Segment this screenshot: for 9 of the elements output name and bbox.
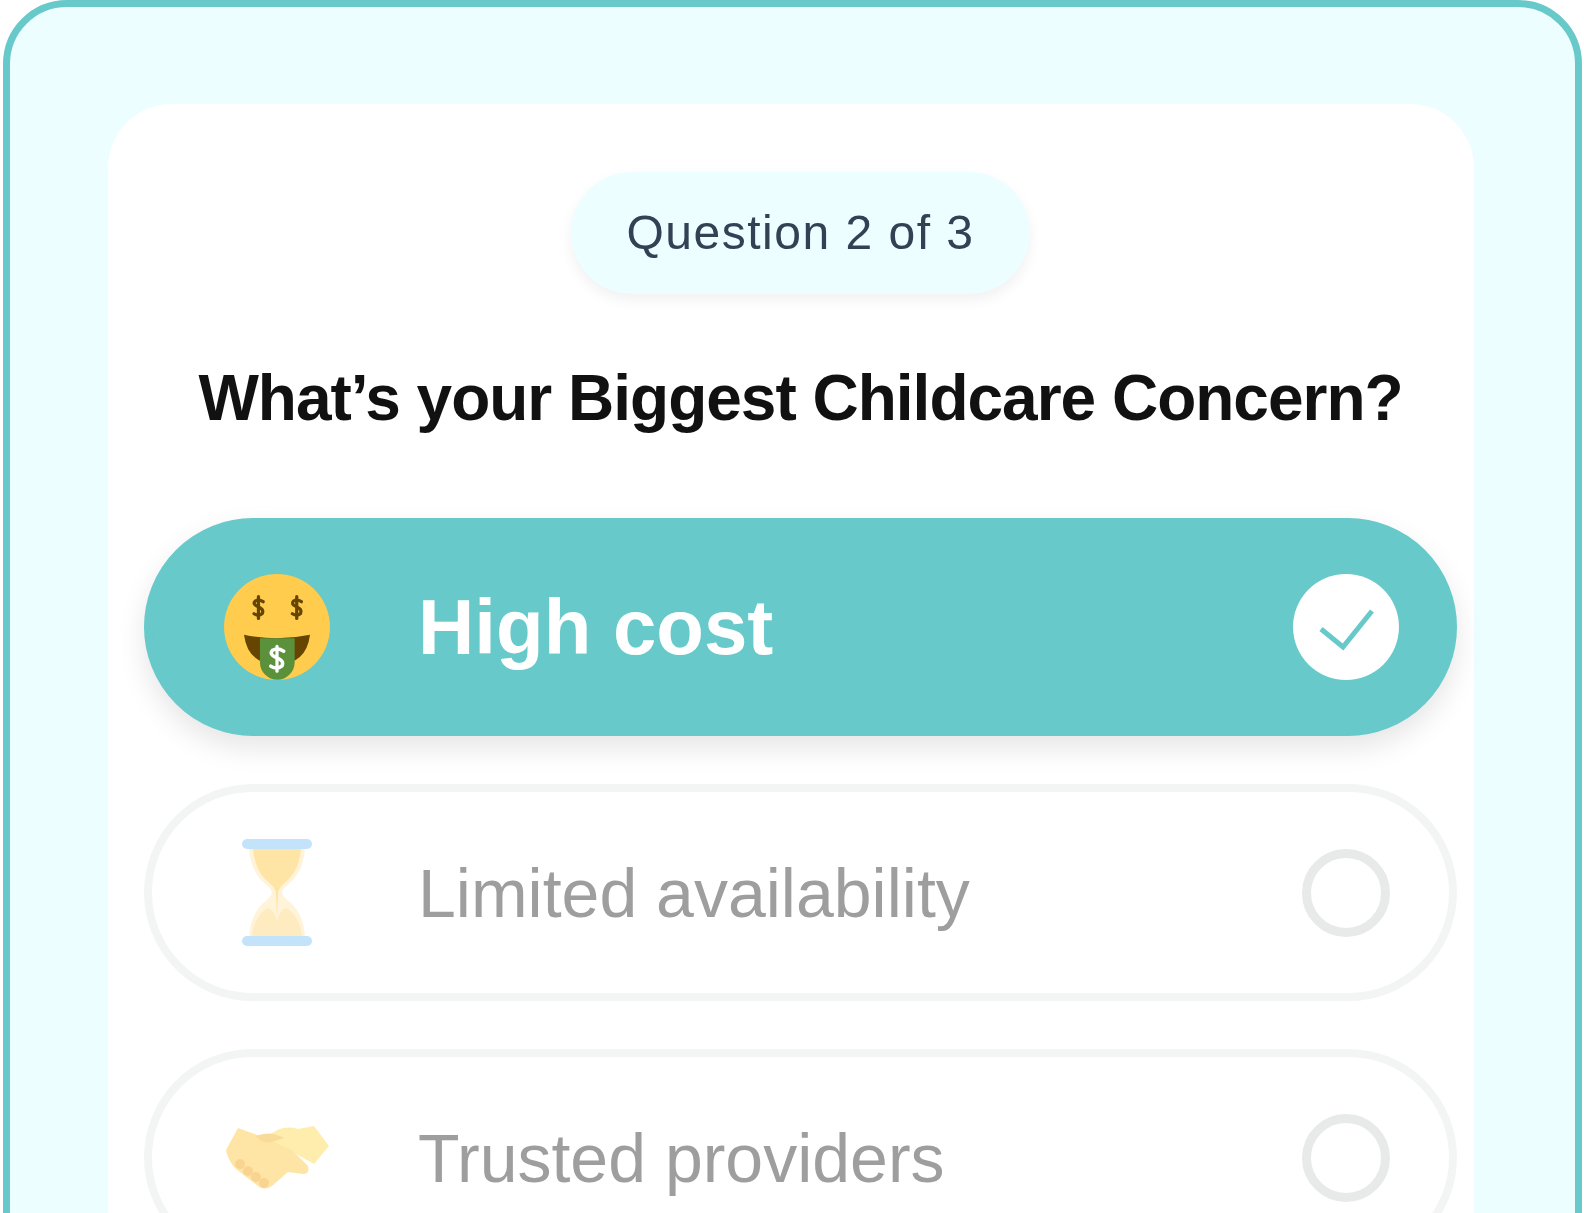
answer-option[interactable]: High cost [144, 518, 1457, 736]
money-face-emoji-icon [224, 574, 330, 680]
handshake-emoji-icon [225, 1124, 329, 1191]
hourglass-emoji-icon [242, 839, 312, 946]
answer-option[interactable]: Trusted providers [144, 1049, 1457, 1213]
question-counter: Question 2 of 3 [571, 172, 1030, 294]
check-circle-icon [1293, 574, 1399, 680]
answer-option[interactable]: Limited availability [144, 784, 1457, 1001]
question-title: What’s your Biggest Childcare Concern? [198, 361, 1403, 436]
